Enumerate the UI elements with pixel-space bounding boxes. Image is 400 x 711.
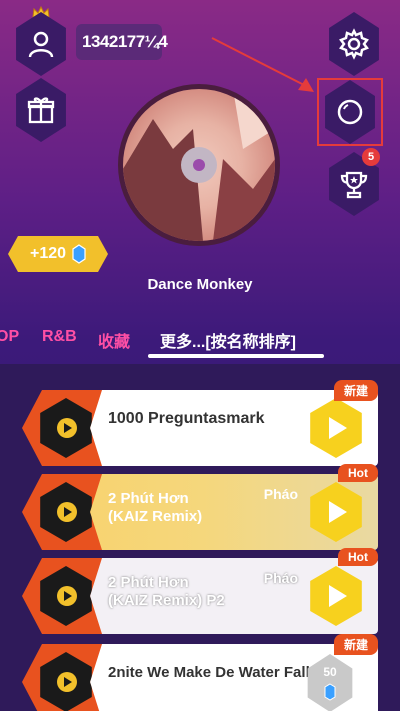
- list-item[interactable]: 1000 Preguntasmark 新建: [22, 380, 378, 466]
- profile-button[interactable]: [16, 12, 66, 76]
- arrow-annotation-icon: [211, 37, 314, 92]
- status-badge: Hot: [338, 548, 378, 566]
- song-artist: Pháo: [263, 486, 298, 502]
- song-list: 1000 Preguntasmark 新建 2 Phút Hơn (KAIZ R…: [0, 364, 400, 711]
- gift-icon: [27, 97, 55, 124]
- user-icon: [28, 31, 54, 58]
- preview-play-icon[interactable]: [57, 502, 77, 522]
- list-item[interactable]: 2 Phút Hơn (KAIZ Remix) Pháo Hot: [22, 464, 378, 550]
- coins-value: +120: [29, 245, 67, 262]
- trophy-icon: [340, 171, 368, 199]
- active-tab-indicator: [148, 354, 324, 358]
- tab-favorites[interactable]: 收藏: [98, 328, 130, 352]
- score-value: 1342177¼4: [82, 32, 168, 51]
- tab-pop[interactable]: OP: [0, 328, 19, 346]
- gear-icon: [339, 28, 369, 60]
- list-item[interactable]: 2 Phút Hơn (KAIZ Remix) P2 Pháo Hot: [22, 548, 378, 634]
- status-badge: 新建: [333, 634, 378, 655]
- disc-center: [181, 147, 217, 183]
- album-art-disc[interactable]: [118, 84, 280, 246]
- song-artist: Pháo: [263, 570, 298, 586]
- preview-play-icon[interactable]: [57, 418, 77, 438]
- song-disc: [22, 558, 102, 634]
- notification-badge: 5: [362, 148, 380, 166]
- category-tabs: OP R&B 收藏 更多...[按名称排序]: [0, 322, 400, 358]
- song-name: 1000 Preguntasmark: [108, 410, 265, 427]
- tab-more-sorted[interactable]: 更多...[按名称排序]: [160, 328, 296, 352]
- song-name: 2nite We Make De Water Fall: [108, 664, 310, 681]
- preview-play-icon[interactable]: [57, 672, 77, 692]
- gem-icon: [72, 244, 86, 264]
- score-display: 1342177¼4: [76, 24, 168, 60]
- song-disc: [22, 474, 102, 550]
- tab-rnb[interactable]: R&B: [42, 328, 77, 346]
- status-badge: 新建: [333, 380, 378, 401]
- song-name: 2 Phút Hơn (KAIZ Remix): [108, 490, 203, 525]
- coins-reward[interactable]: +120: [8, 236, 108, 272]
- song-disc: [22, 390, 102, 466]
- highlight-box: [317, 78, 383, 146]
- gem-icon: [324, 683, 336, 701]
- song-name: 2 Phút Hơn (KAIZ Remix) P2: [108, 574, 225, 609]
- list-item[interactable]: 2nite We Make De Water Fall 50 新建: [22, 634, 378, 711]
- gift-button[interactable]: [16, 78, 66, 142]
- unlock-cost: 50: [323, 665, 337, 679]
- song-disc: [22, 644, 102, 711]
- preview-play-icon[interactable]: [57, 586, 77, 606]
- settings-button[interactable]: [329, 12, 379, 76]
- now-playing-title: Dance Monkey: [147, 276, 253, 293]
- status-badge: Hot: [338, 464, 378, 482]
